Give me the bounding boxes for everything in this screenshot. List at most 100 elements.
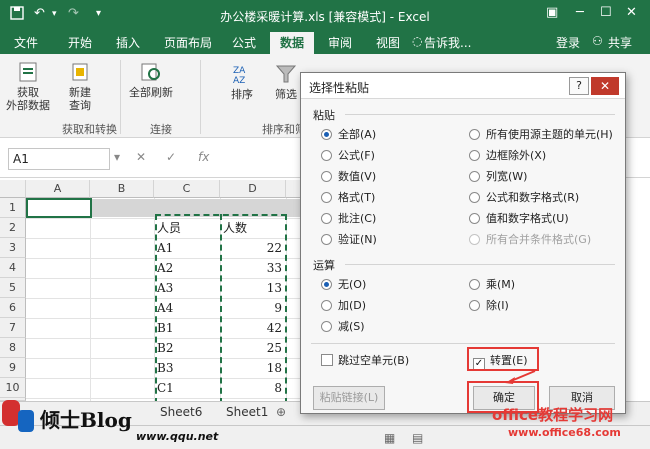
tab-page-layout[interactable]: 页面布局	[164, 34, 212, 51]
cell-c[interactable]: B1	[154, 318, 220, 338]
radio-op-subtract[interactable]: 减(S)	[321, 319, 365, 335]
filter-button[interactable]: 筛选	[272, 62, 300, 101]
column-header-d[interactable]: D	[220, 180, 286, 198]
paste-section-label: 粘贴	[313, 109, 335, 122]
cell-d[interactable]: 8	[220, 378, 286, 398]
filter-icon	[275, 65, 297, 83]
row-header[interactable]: 9	[0, 358, 26, 378]
cell-c[interactable]: A1	[154, 238, 220, 258]
active-cell-a1[interactable]	[26, 198, 92, 218]
minimize-icon[interactable]: ─	[576, 5, 584, 20]
ribbon-options-icon[interactable]: ▣	[546, 5, 558, 20]
radio-op-multiply[interactable]: 乘(M)	[469, 277, 515, 293]
sheet-tab[interactable]: Sheet6	[160, 405, 202, 419]
get-external-data-button[interactable]: 获取 外部数据	[4, 60, 52, 112]
radio-paste-values-numbers[interactable]: 值和数字格式(U)	[469, 211, 569, 227]
name-box[interactable]: A1	[8, 148, 110, 170]
select-all-corner[interactable]	[0, 180, 26, 198]
cell-d[interactable]: 18	[220, 358, 286, 378]
tab-insert[interactable]: 插入	[116, 34, 140, 51]
row-header[interactable]: 5	[0, 278, 26, 298]
tab-view[interactable]: 视图	[376, 34, 400, 51]
add-sheet-icon[interactable]: ⊕	[276, 405, 286, 419]
dialog-title-bar: 选择性粘贴 ? ✕	[301, 73, 625, 99]
radio-paste-formulas[interactable]: 公式(F)	[321, 148, 375, 164]
radio-paste-all[interactable]: 全部(A)	[321, 127, 376, 143]
paste-link-button[interactable]: 粘贴链接(L)	[313, 386, 385, 410]
cell-d[interactable]: 13	[220, 278, 286, 298]
database-icon	[19, 62, 37, 82]
radio-paste-source-theme[interactable]: 所有使用源主题的单元(H)	[469, 127, 613, 143]
row-header[interactable]: 10	[0, 378, 26, 398]
skip-blanks-checkbox[interactable]: 跳过空单元(B)	[321, 353, 409, 369]
section-divider	[345, 114, 615, 115]
cell-c[interactable]: A2	[154, 258, 220, 278]
column-header-a[interactable]: A	[26, 180, 90, 198]
cancel-entry-icon[interactable]: ✕	[136, 150, 146, 164]
tab-data[interactable]: 数据	[270, 32, 315, 54]
cell-d[interactable]: 22	[220, 238, 286, 258]
help-button[interactable]: ?	[569, 77, 589, 95]
cell-c[interactable]: A4	[154, 298, 220, 318]
tab-home[interactable]: 开始	[68, 34, 92, 51]
svg-text:ZA: ZA	[233, 66, 246, 76]
row-header[interactable]: 3	[0, 238, 26, 258]
operation-section-label: 运算	[313, 259, 335, 272]
cell-d2[interactable]: 人数	[220, 218, 286, 238]
row-header[interactable]: 2	[0, 218, 26, 238]
row-header[interactable]: 7	[0, 318, 26, 338]
cell-d[interactable]: 25	[220, 338, 286, 358]
cell-c2[interactable]: 人员	[154, 218, 220, 238]
tab-formulas[interactable]: 公式	[232, 34, 256, 51]
column-header-c[interactable]: C	[154, 180, 220, 198]
sort-button[interactable]: ZA AZ 排序	[226, 62, 258, 101]
cell-d[interactable]: 33	[220, 258, 286, 278]
cell-c[interactable]: B3	[154, 358, 220, 378]
page-layout-view-icon[interactable]: ▤	[412, 431, 423, 445]
radio-paste-column-widths[interactable]: 列宽(W)	[469, 169, 527, 185]
column-header-b[interactable]: B	[90, 180, 154, 198]
grid-line	[90, 198, 91, 401]
maximize-icon[interactable]: ☐	[600, 5, 612, 20]
blog-logo	[0, 396, 36, 436]
radio-paste-formats[interactable]: 格式(T)	[321, 190, 375, 206]
tell-me-box[interactable]: 告诉我...	[424, 34, 471, 51]
radio-op-divide[interactable]: 除(I)	[469, 298, 509, 314]
row-header[interactable]: 1	[0, 198, 26, 218]
cell-c[interactable]: C1	[154, 378, 220, 398]
ribbon-tabs: 文件 开始 插入 页面布局 公式 数据 审阅 视图 ◌ 告诉我... 登录 ⚇ …	[0, 30, 650, 54]
row-header[interactable]: 6	[0, 298, 26, 318]
confirm-entry-icon[interactable]: ✓	[166, 150, 176, 164]
insert-function-icon[interactable]: fx	[198, 150, 209, 164]
radio-paste-formulas-numbers[interactable]: 公式和数字格式(R)	[469, 190, 579, 206]
paste-special-dialog: 选择性粘贴 ? ✕ 粘贴 全部(A) 公式(F) 数值(V) 格式(T) 批注(…	[300, 72, 626, 414]
cell-c[interactable]: A3	[154, 278, 220, 298]
close-dialog-button[interactable]: ✕	[591, 77, 619, 95]
row-header[interactable]: 8	[0, 338, 26, 358]
name-box-dropdown-icon[interactable]: ▾	[114, 150, 120, 164]
refresh-all-button[interactable]: 全部刷新	[124, 60, 178, 99]
group-connections-label: 连接	[150, 123, 172, 136]
close-window-icon[interactable]: ✕	[626, 5, 637, 20]
sign-in-link[interactable]: 登录	[556, 34, 580, 51]
cell-c[interactable]: B2	[154, 338, 220, 358]
tab-file[interactable]: 文件	[14, 34, 38, 51]
transpose-highlight	[467, 347, 539, 371]
radio-paste-values[interactable]: 数值(V)	[321, 169, 376, 185]
sheet-tab[interactable]: Sheet1	[226, 405, 268, 419]
tab-review[interactable]: 审阅	[328, 34, 352, 51]
radio-op-none[interactable]: 无(O)	[321, 277, 366, 293]
cell-d[interactable]: 9	[220, 298, 286, 318]
site-watermark: office教程学习网	[492, 406, 614, 424]
normal-view-icon[interactable]: ▦	[384, 431, 395, 445]
radio-paste-comments[interactable]: 批注(C)	[321, 211, 376, 227]
share-button[interactable]: 共享	[608, 34, 632, 51]
radio-paste-validation[interactable]: 验证(N)	[321, 232, 377, 248]
row-header[interactable]: 4	[0, 258, 26, 278]
radio-op-add[interactable]: 加(D)	[321, 298, 366, 314]
cell-d[interactable]: 42	[220, 318, 286, 338]
new-query-button[interactable]: 新建 查询	[60, 60, 100, 112]
radio-paste-except-borders[interactable]: 边框除外(X)	[469, 148, 546, 164]
dialog-title: 选择性粘贴	[309, 81, 370, 95]
person-icon: ⚇	[592, 34, 603, 48]
